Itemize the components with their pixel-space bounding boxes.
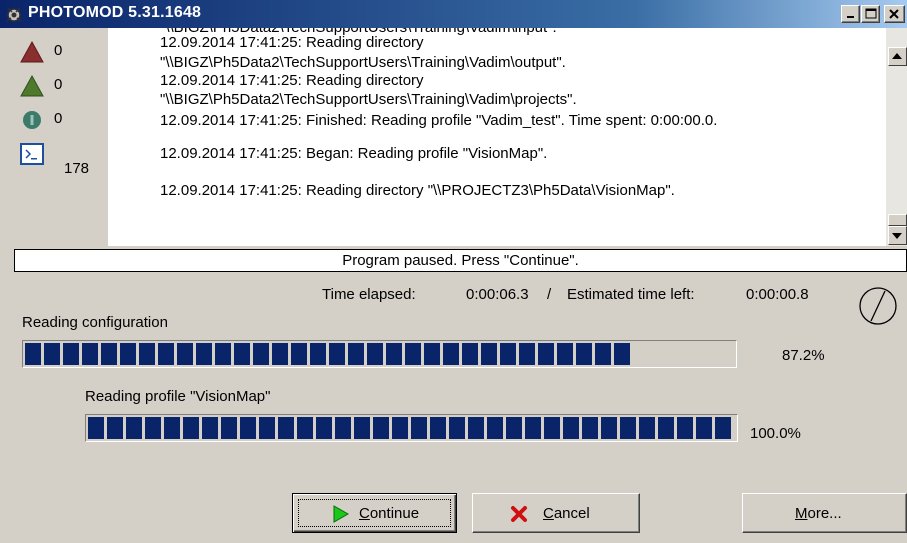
console-icon (18, 140, 46, 168)
sub-progress-fill (88, 417, 731, 439)
continue-label: Continue (359, 505, 419, 522)
error-counter[interactable]: 0 (16, 36, 108, 70)
log-line: 12.09.2014 17:41:25: Began: Reading prof… (160, 145, 548, 162)
message-counters: 0 0 0 178 (16, 36, 108, 240)
time-left-value: 0:00:00.8 (746, 286, 809, 303)
photomod-app-icon (4, 4, 24, 24)
time-left-label: Estimated time left: (567, 286, 695, 303)
progress-window: PHOTOMOD 5.31.1648 0 0 0 178 12.09.2014 … (0, 0, 907, 543)
minimize-icon (847, 16, 854, 18)
info-count: 0 (54, 110, 63, 127)
time-elapsed-label: Time elapsed: (322, 286, 416, 303)
log-scrollbar[interactable] (886, 28, 907, 246)
main-progress-bar (22, 340, 737, 368)
sub-progress-percent: 100.0% (750, 425, 801, 442)
title-bar[interactable]: PHOTOMOD 5.31.1648 (0, 0, 907, 28)
cancel-mnemonic: C (543, 505, 554, 522)
log-line: "\\BIGZ\Ph5Data2\TechSupportUsers\Traini… (160, 54, 566, 71)
close-icon (889, 9, 899, 19)
time-elapsed-value: 0:00:06.3 (466, 286, 529, 303)
main-progress-fill (25, 343, 630, 365)
scroll-thumb[interactable] (888, 214, 907, 226)
clock-icon (856, 284, 900, 328)
scroll-down-button[interactable] (888, 226, 907, 245)
continue-button[interactable]: Continue (292, 493, 457, 533)
cross-icon (509, 504, 529, 524)
more-label: More... (795, 505, 842, 522)
maximize-icon (865, 8, 877, 19)
log-line: 12.09.2014 17:41:25: Finished: Reading p… (160, 112, 718, 129)
cancel-label: Cancel (543, 505, 590, 522)
more-mnemonic: M (795, 505, 808, 522)
sub-progress-bar (85, 414, 738, 442)
continue-mnemonic: C (359, 505, 370, 522)
console-count: 178 (64, 160, 90, 177)
more-button[interactable]: More... (742, 493, 907, 533)
time-separator: / (547, 286, 552, 303)
main-progress-percent: 87.2% (782, 347, 825, 364)
arrow-down-icon (892, 233, 902, 239)
error-count: 0 (54, 42, 63, 59)
log-line: 12.09.2014 17:41:25: Reading directory (160, 34, 424, 51)
console-counter[interactable]: 178 (16, 138, 108, 177)
log-line: "\\BIGZ\Ph5Data2\TechSupportUsers\Traini… (160, 91, 577, 108)
minimize-button[interactable] (841, 5, 860, 23)
warning-count: 0 (54, 76, 63, 93)
log-line: 12.09.2014 17:41:25: Reading directory "… (160, 182, 675, 199)
arrow-up-icon (892, 53, 902, 59)
error-triangle-icon (18, 38, 46, 66)
warning-counter[interactable]: 0 (16, 70, 108, 104)
warning-triangle-icon (18, 72, 46, 100)
scroll-up-button[interactable] (888, 47, 907, 66)
window-title: PHOTOMOD 5.31.1648 (28, 4, 202, 21)
cancel-button[interactable]: Cancel (472, 493, 640, 533)
close-button[interactable] (884, 5, 905, 23)
log-line: 12.09.2014 17:41:25: Reading directory (160, 72, 424, 89)
maximize-button[interactable] (861, 5, 880, 23)
more-label-rest: ore... (807, 505, 842, 522)
cancel-label-rest: ancel (553, 505, 590, 522)
continue-label-rest: ontinue (369, 505, 420, 522)
sub-progress-label: Reading profile "VisionMap" (85, 388, 271, 405)
info-counter[interactable]: 0 (16, 104, 108, 138)
main-progress-label: Reading configuration (22, 314, 168, 331)
status-message: Program paused. Press "Continue". (14, 249, 907, 272)
play-icon (331, 504, 351, 524)
info-icon (18, 106, 46, 134)
log-view[interactable]: "\\BIGZ\Ph5Data2\TechSupportUsers\Traini… (108, 28, 907, 246)
